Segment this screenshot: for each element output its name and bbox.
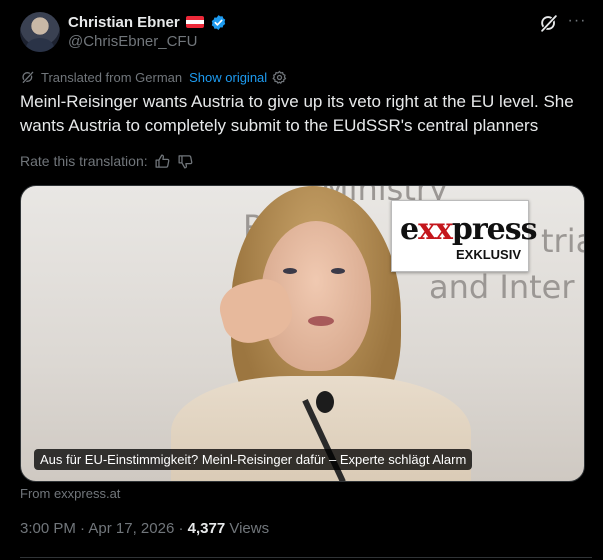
avatar-shoulders [26, 38, 54, 52]
show-original-link[interactable]: Show original [189, 70, 267, 85]
photo-eye [283, 268, 297, 274]
logo-brand: exxpress [400, 212, 538, 247]
translate-icon [22, 71, 34, 84]
rate-label: Rate this translation: [20, 153, 148, 169]
austria-flag-icon [185, 16, 204, 28]
background-sign-text: tria [541, 222, 584, 260]
thumbs-up-icon[interactable] [154, 153, 171, 170]
avatar[interactable] [20, 12, 60, 52]
views-count: 4,377 [187, 520, 226, 537]
translation-notice: Translated from German Show original [20, 68, 287, 86]
author-handle[interactable]: @ChrisEbner_CFU [68, 33, 197, 50]
translated-label: Translated from German [41, 69, 183, 85]
tweet-time[interactable]: 3:00 PM [20, 520, 76, 537]
media-caption: Aus für EU-Einstimmigkeit? Meinl-Reising… [34, 449, 473, 470]
exxpress-logo: exxpress EXKLUSIV [391, 200, 538, 272]
photo-mouth [308, 316, 334, 326]
author-name-row: Christian Ebner [68, 12, 227, 32]
divider [20, 557, 592, 558]
background-sign-text: and Inter [429, 268, 575, 306]
tweet: Christian Ebner @ChrisEbner_CFU ··· Tran… [0, 0, 603, 560]
separator: · [174, 520, 188, 537]
tweet-date[interactable]: Apr 17, 2026 [88, 520, 174, 537]
tweet-text: Meinl-Reisinger wants Austria to give up… [20, 92, 574, 135]
gear-icon[interactable] [272, 70, 287, 85]
media-card[interactable]: Ministry R tria and Inter exxpress EXKLU… [20, 185, 585, 482]
more-icon[interactable]: ··· [566, 12, 588, 34]
photo-eye [331, 268, 345, 274]
views-label: Views [225, 520, 270, 537]
source-link[interactable]: From exxpress.at [20, 486, 120, 501]
logo-tag: EXKLUSIV [456, 247, 522, 262]
separator: · [75, 520, 89, 537]
tweet-meta: 3:00 PM · Apr 17, 2026 · 4,377 Views [20, 519, 269, 539]
thumbs-down-icon[interactable] [177, 153, 194, 170]
verified-badge-icon [211, 14, 225, 30]
photo-microphone [316, 391, 334, 413]
grok-icon[interactable] [538, 12, 560, 34]
author-name[interactable]: Christian Ebner [68, 14, 180, 31]
rate-translation: Rate this translation: [20, 151, 194, 171]
